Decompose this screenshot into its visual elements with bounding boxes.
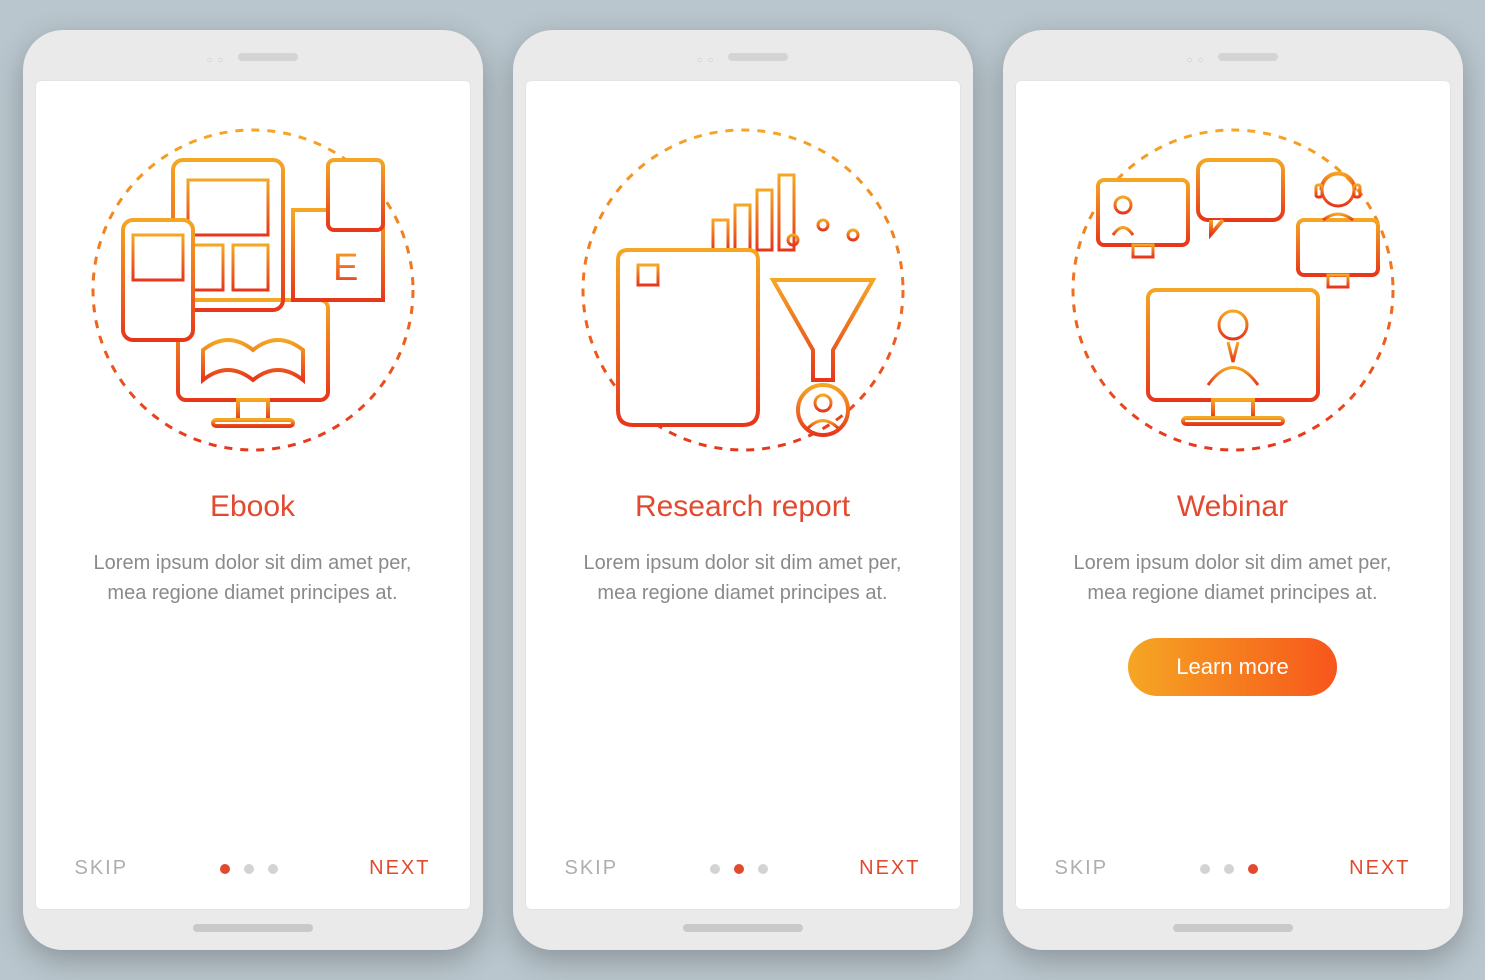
onboarding-screen-2: Research report Lorem ipsum dolor sit di…: [525, 80, 961, 910]
skip-button[interactable]: SKIP: [565, 857, 619, 880]
next-button[interactable]: NEXT: [1349, 857, 1410, 880]
pager-dot[interactable]: [1224, 864, 1234, 874]
pager-dot[interactable]: [758, 864, 768, 874]
phone-mockup: Webinar Lorem ipsum dolor sit dim amet p…: [1003, 30, 1463, 950]
onboarding-nav: SKIP NEXT: [1015, 857, 1451, 880]
home-indicator: [683, 924, 803, 932]
pager-dot[interactable]: [268, 864, 278, 874]
onboarding-nav: SKIP NEXT: [35, 857, 471, 880]
pager-dot[interactable]: [1200, 864, 1210, 874]
home-indicator: [193, 924, 313, 932]
onboarding-screen-1: E Ebook Lorem ipsum dolor sit dim amet p…: [35, 80, 471, 910]
pager-dots: [220, 864, 278, 874]
webinar-illustration-icon: [1063, 120, 1403, 460]
next-button[interactable]: NEXT: [369, 857, 430, 880]
pager-dot[interactable]: [710, 864, 720, 874]
screen-body: Lorem ipsum dolor sit dim amet per, mea …: [73, 548, 433, 608]
pager-dot[interactable]: [1248, 864, 1258, 874]
phone-top-bar: [207, 44, 299, 70]
onboarding-screen-3: Webinar Lorem ipsum dolor sit dim amet p…: [1015, 80, 1451, 910]
phone-mockup: E Ebook Lorem ipsum dolor sit dim amet p…: [23, 30, 483, 950]
phone-top-bar: [697, 44, 789, 70]
pager-dot[interactable]: [244, 864, 254, 874]
screen-body: Lorem ipsum dolor sit dim amet per, mea …: [1053, 548, 1413, 608]
screen-title: Webinar: [1177, 490, 1288, 524]
home-indicator: [1173, 924, 1293, 932]
pager-dot[interactable]: [734, 864, 744, 874]
next-button[interactable]: NEXT: [859, 857, 920, 880]
screen-title: Ebook: [210, 490, 295, 524]
screen-title: Research report: [635, 490, 850, 524]
pager-dots: [1200, 864, 1258, 874]
learn-more-button[interactable]: Learn more: [1128, 638, 1337, 696]
skip-button[interactable]: SKIP: [1055, 857, 1109, 880]
phone-top-bar: [1187, 44, 1279, 70]
pager-dot[interactable]: [220, 864, 230, 874]
skip-button[interactable]: SKIP: [75, 857, 129, 880]
screen-body: Lorem ipsum dolor sit dim amet per, mea …: [563, 548, 923, 608]
ebook-illustration-icon: E: [83, 120, 423, 460]
phone-mockup: Research report Lorem ipsum dolor sit di…: [513, 30, 973, 950]
pager-dots: [710, 864, 768, 874]
research-illustration-icon: [573, 120, 913, 460]
svg-text:E: E: [333, 247, 358, 289]
onboarding-nav: SKIP NEXT: [525, 857, 961, 880]
